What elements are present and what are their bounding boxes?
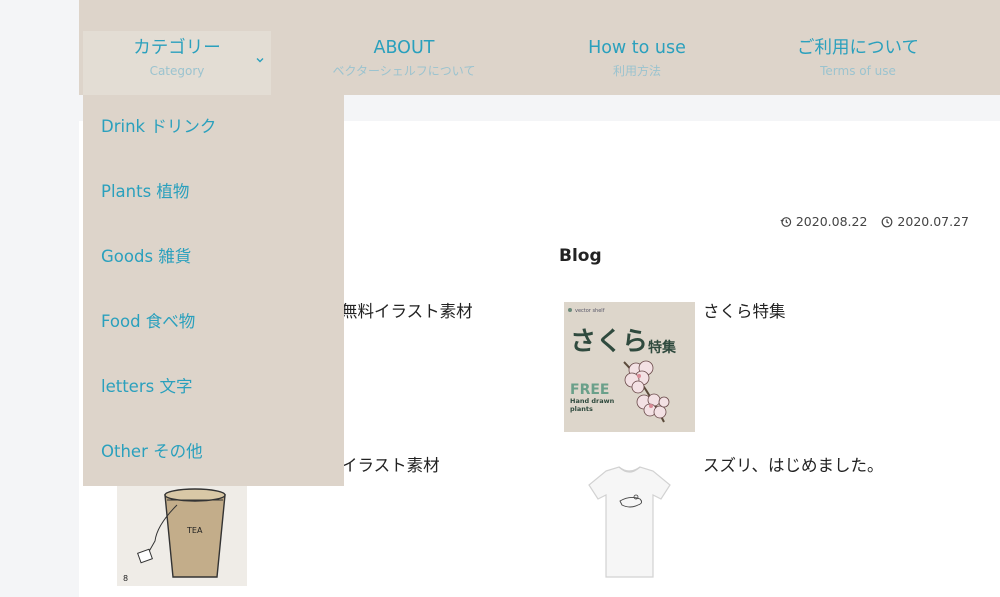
updated-date-text: 2020.08.22 — [795, 214, 868, 229]
blog-heading: Blog — [559, 246, 602, 266]
nav-item-how-to-use[interactable]: How to use 利用方法 — [545, 31, 729, 95]
updated-date: 2020.08.22 — [780, 214, 868, 229]
nav-item-label: How to use — [588, 38, 686, 58]
tshirt-thumbnail[interactable] — [564, 455, 695, 586]
card-title[interactable]: イラスト素材 — [341, 452, 440, 476]
sakura-illustration: vector shelf さくら 特集 FREE Hand drawn plan… — [564, 302, 695, 432]
card-title[interactable]: スズリ、はじめました。 — [703, 452, 884, 476]
nav-item-sublabel: ベクターシェルフについて — [332, 64, 476, 78]
post-dates: 2020.08.22 2020.07.27 — [780, 214, 969, 229]
category-dropdown-menu: Drink ドリンク Plants 植物 Goods 雑貨 Food 食べ物 l… — [83, 95, 344, 486]
nav-item-sublabel: Category — [149, 64, 205, 78]
clock-icon — [882, 216, 893, 227]
svg-text:8: 8 — [123, 574, 128, 583]
dropdown-item-food[interactable]: Food 食べ物 — [83, 289, 344, 354]
card-title[interactable]: 無料イラスト素材 — [341, 298, 473, 322]
dropdown-item-drink[interactable]: Drink ドリンク — [83, 95, 344, 159]
top-navigation-bar: カテゴリー Category ABOUT ベクターシェルフについて How to… — [79, 0, 1000, 95]
sakura-thumbnail[interactable]: vector shelf さくら 特集 FREE Hand drawn plan… — [564, 302, 695, 432]
nav-item-category[interactable]: カテゴリー Category — [83, 31, 271, 95]
sakura-free: FREE — [570, 382, 609, 398]
dropdown-item-plants[interactable]: Plants 植物 — [83, 159, 344, 224]
left-gutter — [0, 0, 79, 597]
history-icon — [780, 216, 792, 227]
card-title[interactable]: さくら特集 — [703, 298, 786, 322]
nav-item-terms[interactable]: ご利用について Terms of use — [765, 31, 951, 95]
nav-item-sublabel: 利用方法 — [612, 64, 661, 78]
sakura-brand: vector shelf — [575, 308, 605, 314]
sakura-title: さくら — [570, 327, 648, 357]
nav-item-label: ABOUT — [373, 38, 435, 58]
nav-item-label: ご利用について — [797, 38, 919, 58]
published-date-text: 2020.07.27 — [897, 214, 969, 229]
tshirt-illustration — [564, 455, 695, 586]
nav-item-sublabel: Terms of use — [820, 64, 896, 78]
published-date: 2020.07.27 — [881, 214, 969, 229]
nav-item-label: カテゴリー — [133, 38, 221, 58]
sakura-line2: plants — [570, 405, 593, 413]
nav-item-about[interactable]: ABOUT ベクターシェルフについて — [311, 31, 497, 95]
dropdown-item-letters[interactable]: letters 文字 — [83, 354, 344, 419]
chevron-down-icon — [256, 58, 264, 63]
dropdown-item-goods[interactable]: Goods 雑貨 — [83, 224, 344, 289]
sakura-subtitle: 特集 — [648, 339, 677, 356]
tea-cup-label: TEA — [186, 526, 203, 535]
sakura-line1: Hand drawn — [570, 397, 615, 405]
dropdown-item-other[interactable]: Other その他 — [83, 419, 344, 484]
